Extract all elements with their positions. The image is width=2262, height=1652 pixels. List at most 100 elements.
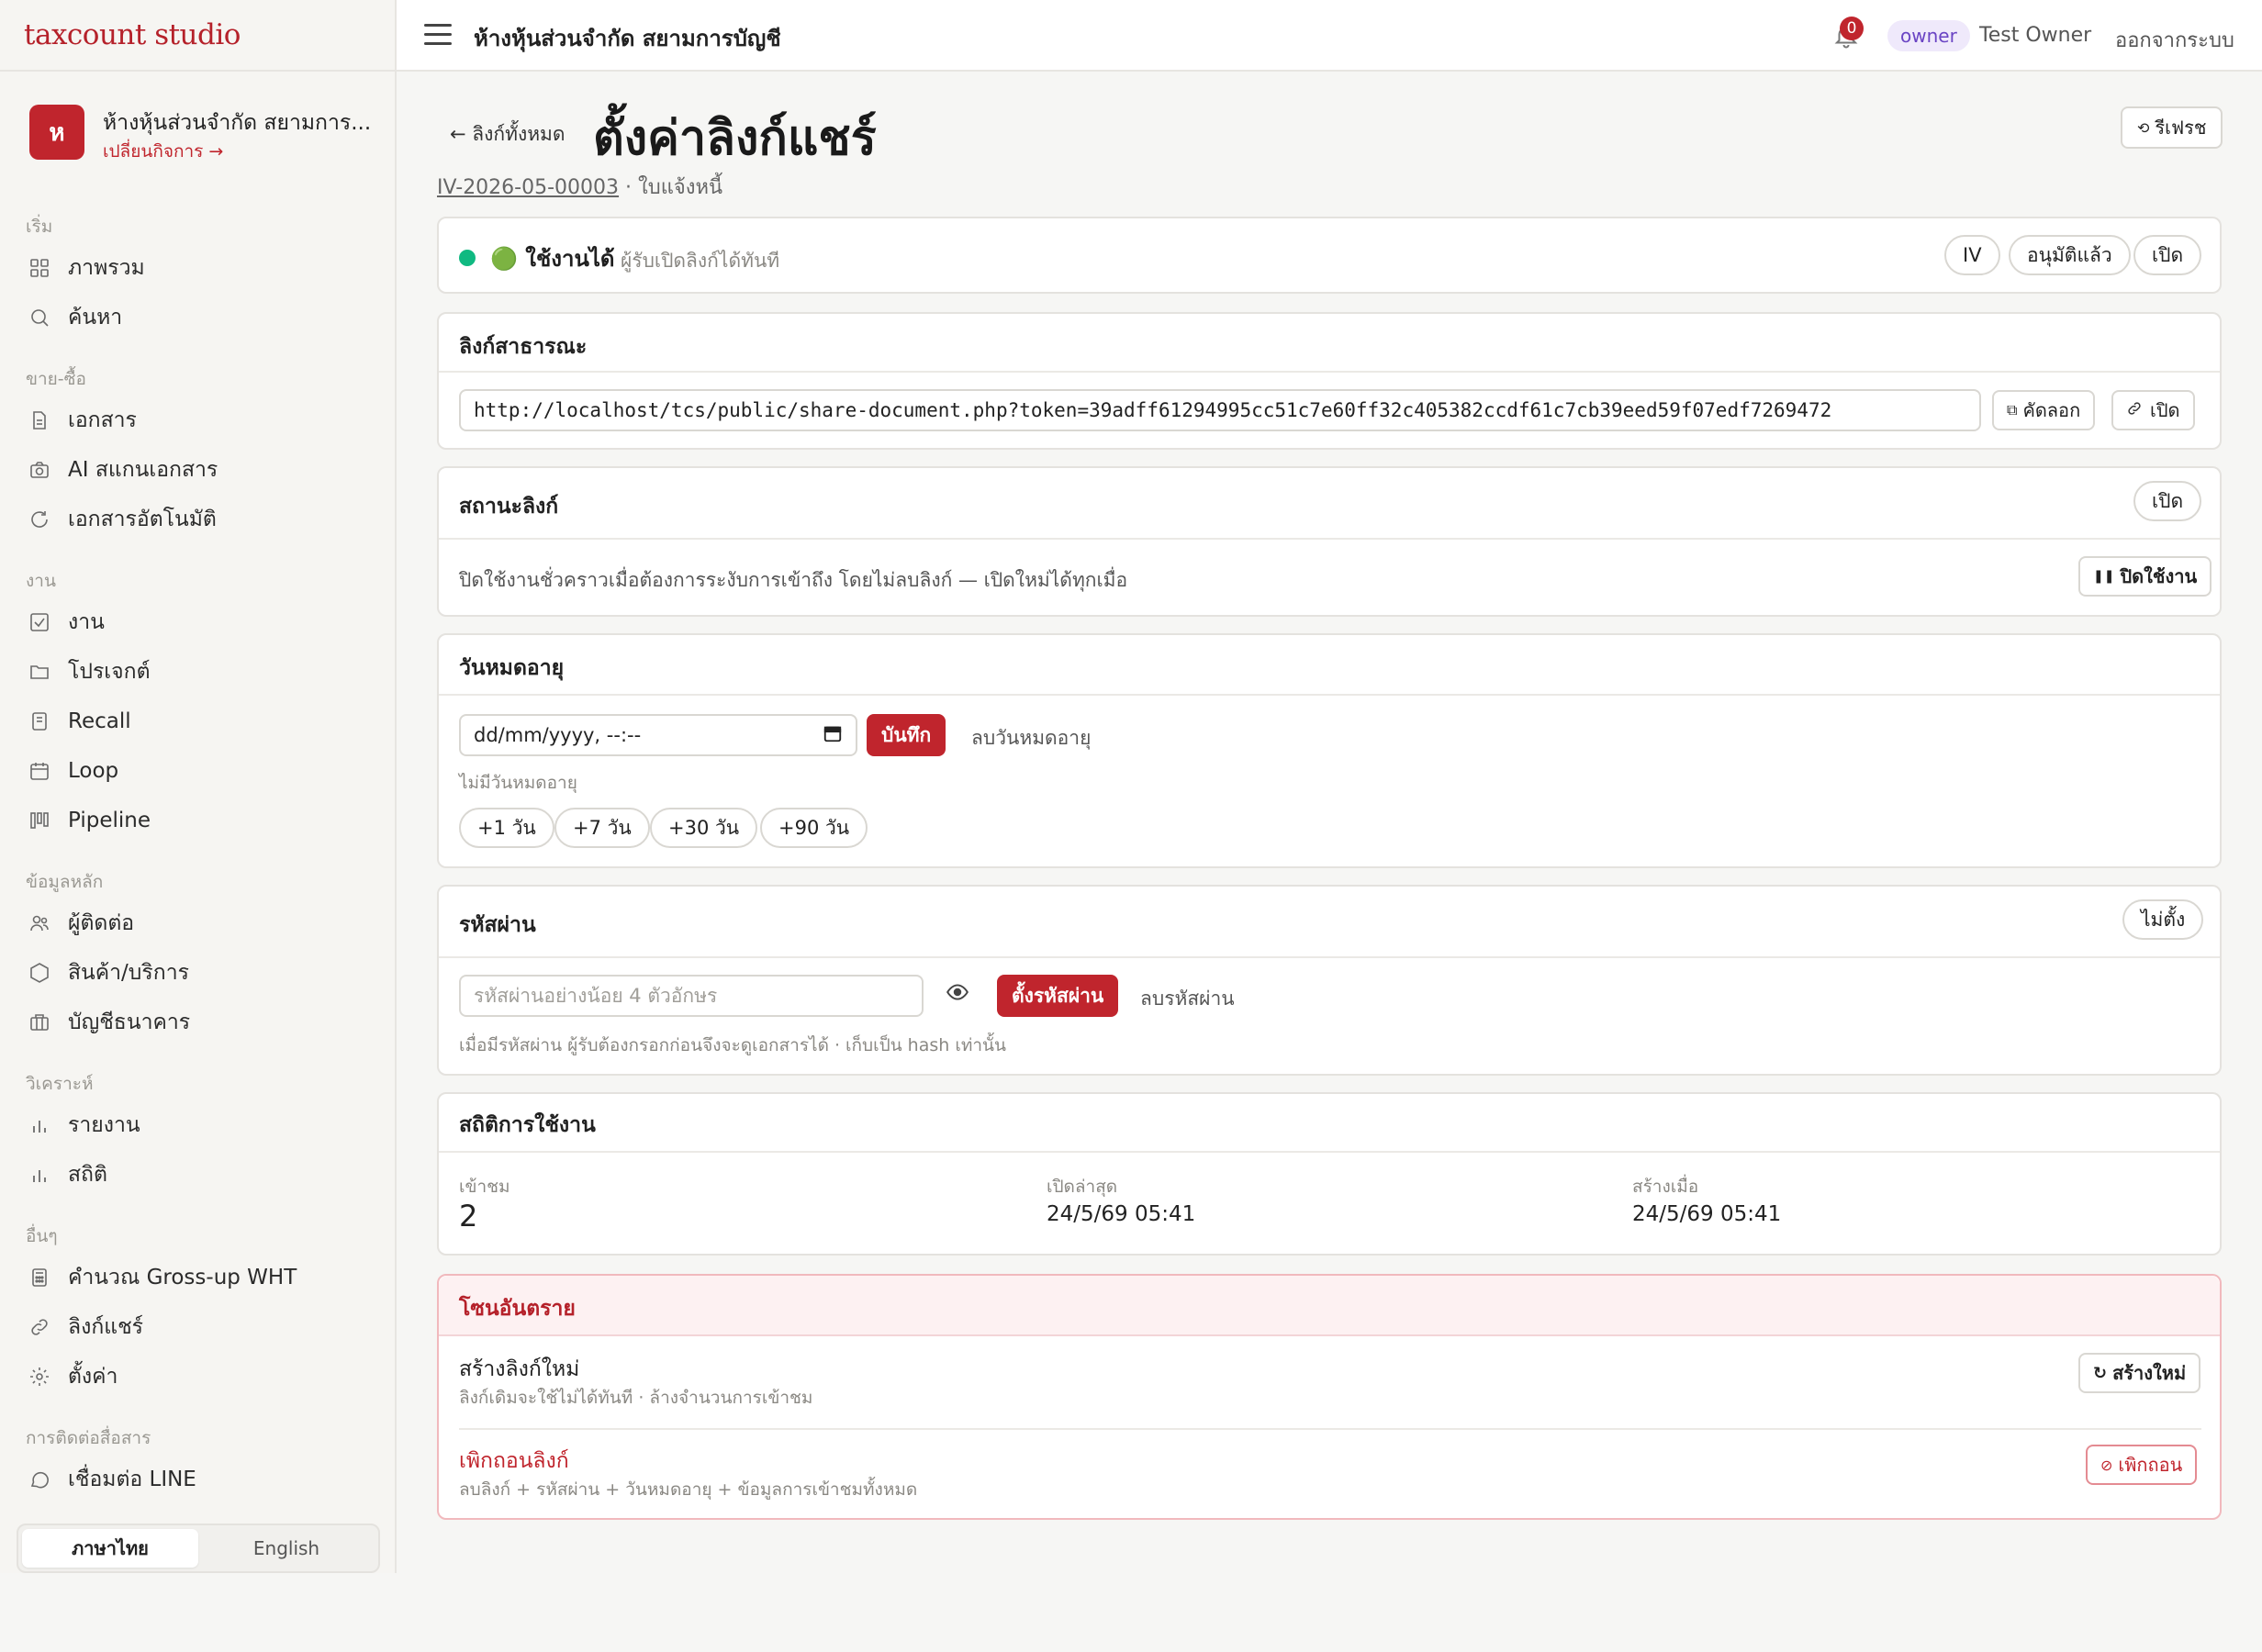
- sidebar-item-bank-accounts[interactable]: บัญชีธนาคาร: [26, 1004, 384, 1041]
- lang-thai-button[interactable]: ภาษาไทย: [22, 1529, 198, 1568]
- sidebar-item-tasks[interactable]: งาน: [26, 604, 384, 641]
- preset-7-day[interactable]: +7 วัน: [554, 808, 650, 848]
- disable-link-button[interactable]: ❚❚ ปิดใช้งาน: [2078, 556, 2212, 597]
- preset-30-day[interactable]: +30 วัน: [650, 808, 758, 848]
- sidebar-item-ai-scan[interactable]: AI สแกนเอกสาร: [26, 452, 384, 488]
- sidebar-item-grossup-wht[interactable]: คำนวณ Gross-up WHT: [26, 1259, 384, 1296]
- calendar-icon[interactable]: [823, 723, 843, 748]
- sidebar-item-label: เอกสาร: [68, 408, 137, 432]
- sidebar-item-statistics[interactable]: สถิติ: [26, 1156, 384, 1193]
- sidebar-item-label: โปรเจกต์: [68, 660, 151, 684]
- revoke-link-button[interactable]: ⊘ เพิกถอน: [2086, 1445, 2198, 1485]
- sidebar-item-reports[interactable]: รายงาน: [26, 1107, 384, 1144]
- sidebar-item-auto-docs[interactable]: เอกสารอัตโนมัติ: [26, 501, 384, 538]
- copy-link-button[interactable]: ⧉ คัดลอก: [1992, 390, 2096, 430]
- refresh-icon: ↻: [2093, 1363, 2108, 1383]
- sidebar-section-title: อื่นๆ: [26, 1226, 58, 1246]
- clear-expiry-link[interactable]: ลบวันหมดอายุ: [971, 723, 1091, 753]
- open-label: เปิด: [2150, 399, 2180, 421]
- sidebar-item-settings[interactable]: ตั้งค่า: [26, 1358, 384, 1395]
- link-status-description: ปิดใช้งานชั่วคราวเมื่อต้องการระงับการเข้…: [459, 569, 1128, 591]
- sidebar-item-label: เอกสารอัตโนมัติ: [68, 508, 217, 531]
- tag-iv[interactable]: IV: [1944, 235, 2000, 275]
- document-reference: IV-2026-05-00003 · ใบแจ้งหนี้: [437, 171, 722, 203]
- sidebar-item-label: Recall: [68, 709, 131, 733]
- sidebar-section-title: ข้อมูลหลัก: [26, 872, 104, 892]
- sidebar-section-title: การติดต่อสื่อสาร: [26, 1428, 151, 1448]
- brand-logo[interactable]: taxcount studio: [24, 18, 241, 51]
- eye-icon[interactable]: [946, 980, 969, 1008]
- save-expiry-button[interactable]: บันทึก: [867, 714, 946, 756]
- sidebar-item-search[interactable]: ค้นหา: [26, 299, 384, 336]
- tag-approved[interactable]: อนุมัติแล้ว: [2009, 235, 2131, 275]
- sidebar-item-documents[interactable]: เอกสาร: [26, 402, 384, 439]
- link-icon: [26, 1313, 53, 1341]
- password-state-badge[interactable]: ไม่ตั้ง: [2122, 899, 2204, 940]
- menu-icon[interactable]: [424, 24, 452, 46]
- sidebar-item-label: ผู้ติดต่อ: [68, 911, 135, 935]
- sidebar-section-title: งาน: [26, 571, 56, 591]
- expiry-card: วันหมดอายุ dd/mm/yyyy, --:-- บันทึก ลบวั…: [437, 633, 2222, 868]
- sidebar-item-label: สถิติ: [68, 1163, 107, 1187]
- topbar: ห้างหุ้นส่วนจำกัด สยามการบัญชี 0 owner T…: [397, 0, 2262, 72]
- refresh-button[interactable]: ⟲ รีเฟรช: [2121, 106, 2223, 149]
- sidebar-item-line[interactable]: เชื่อมต่อ LINE: [26, 1461, 384, 1498]
- regenerate-label: สร้างใหม่: [2112, 1362, 2187, 1384]
- link-state-badge[interactable]: เปิด: [2133, 481, 2202, 521]
- sidebar-item-label: Loop: [68, 759, 119, 783]
- open-link-button[interactable]: เปิด: [2111, 390, 2195, 430]
- sidebar-item-pipeline[interactable]: Pipeline: [26, 802, 384, 839]
- sidebar-item-share-links[interactable]: ลิงก์แชร์: [26, 1309, 384, 1345]
- set-password-button[interactable]: ตั้งรหัสผ่าน: [997, 975, 1119, 1017]
- checkbox-icon: [26, 608, 53, 636]
- divider: [439, 371, 2220, 373]
- kanban-icon: [26, 807, 53, 834]
- sidebar-section-title: ขาย-ซื้อ: [26, 369, 86, 389]
- sidebar-item-label: เชื่อมต่อ LINE: [68, 1468, 196, 1491]
- sidebar: taxcount studio ห ห้างหุ้นส่วนจำกัด สยาม…: [0, 0, 397, 1573]
- preset-90-day[interactable]: +90 วัน: [760, 808, 868, 848]
- folder-icon: [26, 658, 53, 686]
- divider: [439, 1151, 2220, 1153]
- sidebar-item-projects[interactable]: โปรเจกต์: [26, 653, 384, 690]
- document-number-link[interactable]: IV-2026-05-00003: [437, 176, 619, 199]
- sidebar-item-contacts[interactable]: ผู้ติดต่อ: [26, 905, 384, 942]
- status-description: ผู้รับเปิดลิงก์ได้ทันที: [621, 250, 780, 272]
- grid-icon: [26, 254, 53, 282]
- calendar-icon: [26, 757, 53, 785]
- clear-password-link[interactable]: ลบรหัสผ่าน: [1140, 984, 1235, 1014]
- search-icon: [26, 304, 53, 331]
- ban-icon: ⊘: [2100, 1456, 2113, 1474]
- sidebar-item-products[interactable]: สินค้า/บริการ: [26, 954, 384, 991]
- back-to-all-links[interactable]: ← ลิงก์ทั้งหมด: [450, 119, 566, 150]
- chat-icon: [26, 1466, 53, 1493]
- divider: [439, 1334, 2220, 1336]
- card-title: รหัสผ่าน: [459, 913, 536, 937]
- switch-business-link[interactable]: เปลี่ยนกิจการ →: [103, 138, 223, 165]
- last-open-label: เปิดล่าสุด: [1047, 1177, 1118, 1197]
- camera-icon: [26, 456, 53, 484]
- public-url-field[interactable]: http://localhost/tcs/public/share-docume…: [459, 389, 1981, 431]
- regenerate-link-button[interactable]: ↻ สร้างใหม่: [2078, 1353, 2201, 1393]
- link-icon: [2126, 399, 2143, 421]
- logout-link[interactable]: ออกจากระบบ: [2115, 24, 2234, 56]
- refresh-icon: ⟲: [2137, 118, 2150, 137]
- user-name[interactable]: Test Owner: [1979, 24, 2091, 47]
- lang-english-button[interactable]: English: [198, 1529, 375, 1568]
- password-input[interactable]: รหัสผ่านอย่างน้อย 4 ตัวอักษร: [459, 975, 924, 1017]
- sidebar-item-overview[interactable]: ภาพรวม: [26, 250, 384, 286]
- business-avatar[interactable]: ห: [29, 105, 84, 160]
- preset-1-day[interactable]: +1 วัน: [459, 808, 554, 848]
- divider: [439, 694, 2220, 696]
- business-name: ห้างหุ้นส่วนจำกัด สยามการ...: [103, 111, 372, 135]
- regenerate-description: ลิงก์เดิมจะใช้ไม่ได้ทันที · ล้างจำนวนการ…: [459, 1388, 813, 1408]
- open-document-button[interactable]: เปิด: [2133, 235, 2202, 275]
- language-switcher: ภาษาไทย English: [17, 1524, 380, 1573]
- password-note: เมื่อมีรหัสผ่าน ผู้รับต้องกรอกก่อนจึงจะด…: [459, 1035, 1007, 1055]
- sidebar-item-loop[interactable]: Loop: [26, 753, 384, 789]
- expiry-datetime-input[interactable]: dd/mm/yyyy, --:--: [459, 714, 857, 756]
- copy-icon: ⧉: [2007, 401, 2018, 419]
- sidebar-item-recall[interactable]: Recall: [26, 703, 384, 740]
- status-card: 🟢 ใช้งานได้ ผู้รับเปิดลิงก์ได้ทันที IV อ…: [437, 217, 2222, 294]
- created-value: 24/5/69 05:41: [1632, 1202, 1782, 1226]
